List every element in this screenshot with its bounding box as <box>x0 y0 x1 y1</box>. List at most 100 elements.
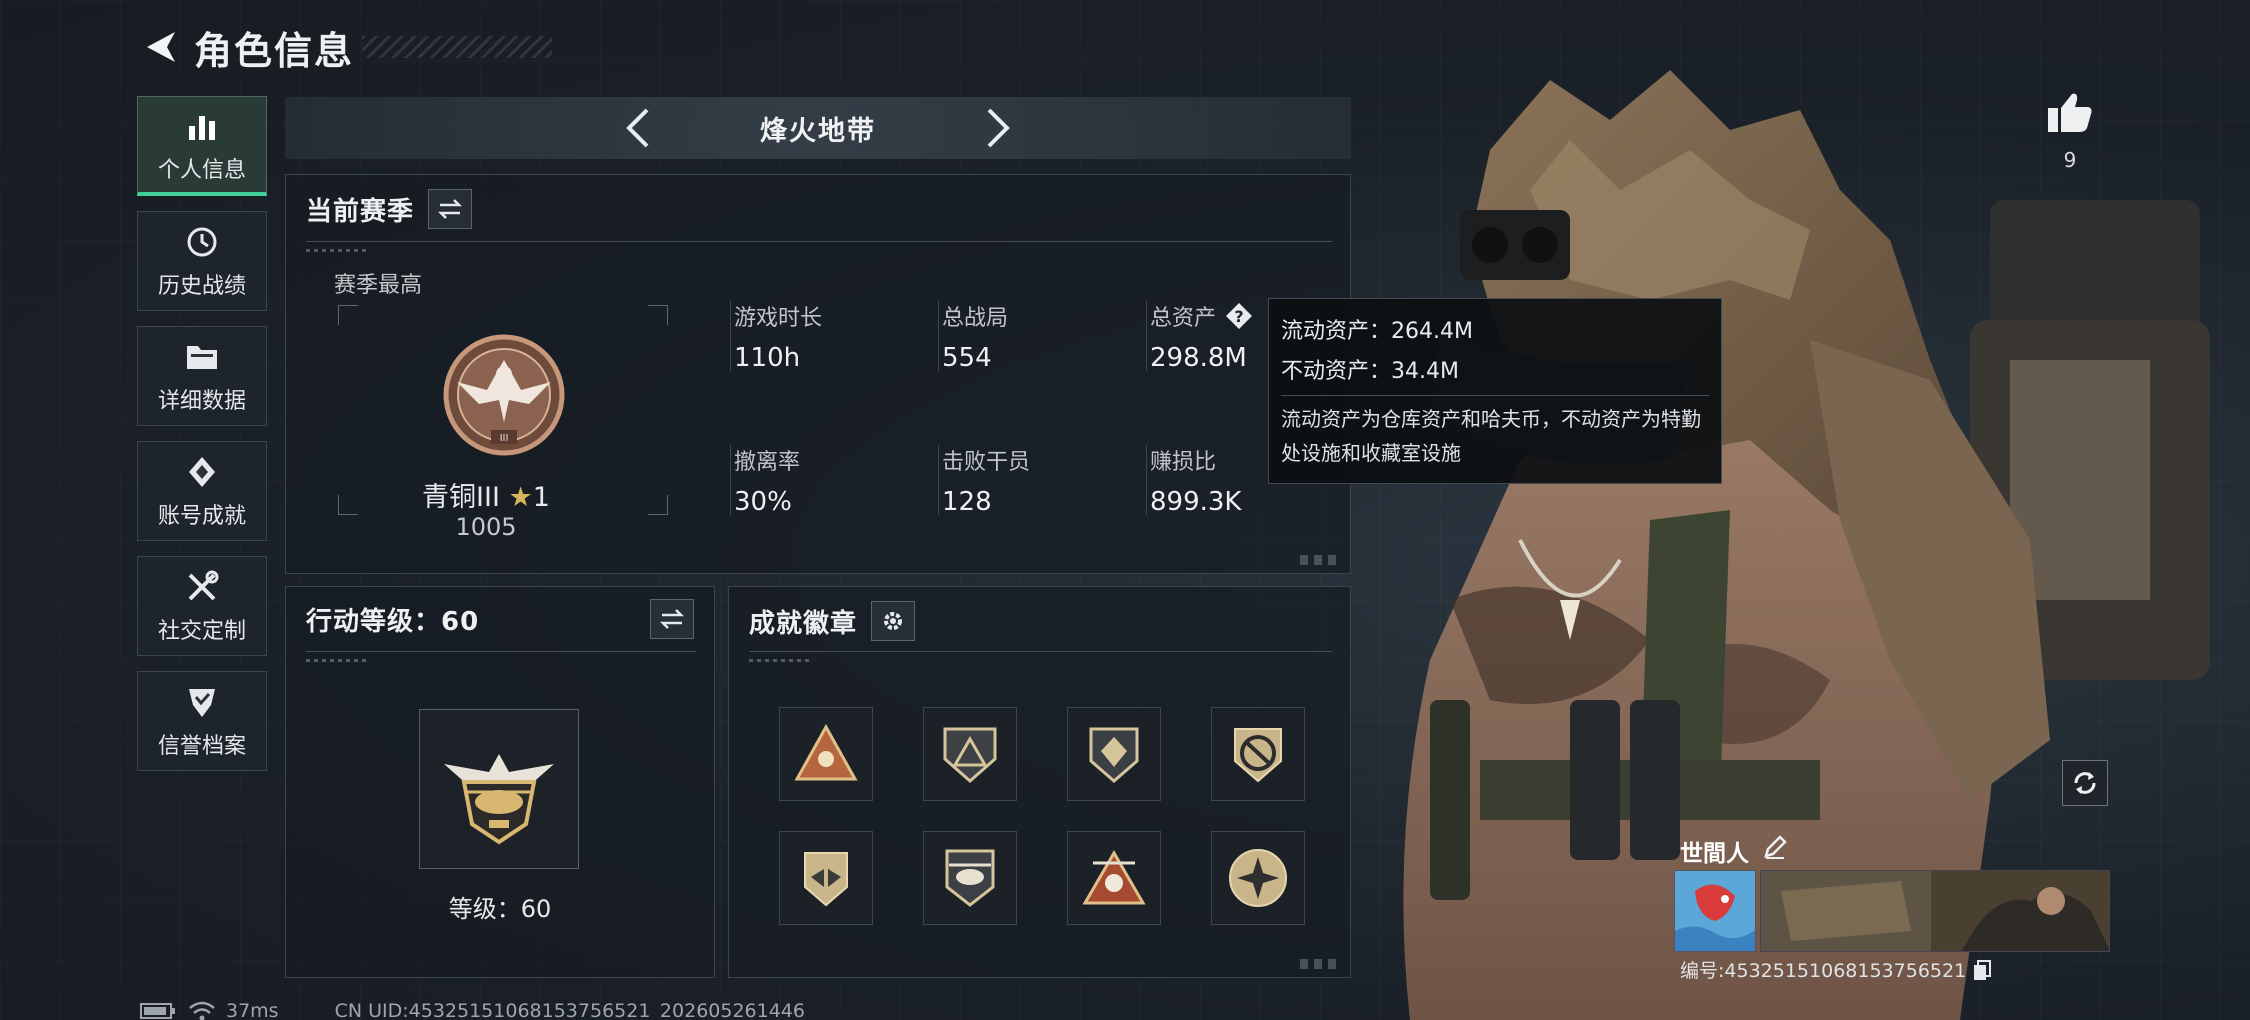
achievement-badge[interactable] <box>779 831 873 925</box>
asset-tooltip: 流动资产：264.4M 不动资产：34.4M 流动资产为仓库资产和哈夫币，不动资… <box>1268 298 1722 484</box>
bar-chart-icon <box>182 106 222 146</box>
player-id: 编号:45325151068153756521 <box>1680 960 1967 982</box>
rank-name-row: 青铜III ★1 <box>336 475 636 514</box>
edit-name-button[interactable] <box>1762 834 1792 864</box>
pencil-icon <box>1764 835 1787 859</box>
rotate-icon <box>2074 772 2096 794</box>
divider <box>306 241 1332 242</box>
sidebar-item-achievements[interactable]: 账号成就 <box>137 441 267 541</box>
battery-icon <box>140 1003 175 1019</box>
shield-triangle-icon <box>943 727 997 783</box>
like-button[interactable]: 9 <box>2043 90 2097 172</box>
divider <box>1281 395 1709 396</box>
winged-shield-icon <box>804 852 848 907</box>
rank-star-count: 1 <box>532 482 550 513</box>
helicopter-level-emblem-icon <box>444 754 554 845</box>
mode-prev-button[interactable] <box>615 105 661 151</box>
helicopter-badge-icon <box>945 849 995 907</box>
mode-selector: 烽火地带 <box>285 97 1351 159</box>
current-season-panel: 当前赛季 赛季最高 III 青铜III ★1 1005 游戏时长 110h 总战… <box>285 174 1351 574</box>
sidebar-item-label: 账号成就 <box>157 504 246 529</box>
sidebar-item-label: 详细数据 <box>157 389 246 414</box>
season-title: 当前赛季 <box>306 196 415 227</box>
sidebar-item-history[interactable]: 历史战绩 <box>137 211 267 311</box>
achievement-badge[interactable] <box>1211 831 1305 925</box>
svg-text:?: ? <box>1234 307 1243 326</box>
status-footer: 37ms CN UID:45325151068153756521_2026052… <box>140 996 805 1020</box>
liquid-assets-text: 流动资产：264.4M <box>1281 319 1473 344</box>
stat-play-time: 游戏时长 110h <box>734 306 823 373</box>
badges-settings-button[interactable] <box>871 601 916 641</box>
svg-text:III: III <box>500 433 509 444</box>
season-best-label: 赛季最高 <box>334 273 423 298</box>
decoration <box>306 249 366 252</box>
rank-name: 青铜III <box>422 482 500 513</box>
sidebar-item-social-custom[interactable]: 社交定制 <box>137 556 267 656</box>
sidebar-item-detailed-data[interactable]: 详细数据 <box>137 326 267 426</box>
title-decoration <box>362 36 553 58</box>
decoration <box>749 659 809 662</box>
player-name: 世間人 <box>1680 841 1749 867</box>
help-question-icon[interactable]: ? <box>1224 301 1254 331</box>
tools-icon <box>182 567 222 607</box>
badges-title: 成就徽章 <box>749 608 858 639</box>
shield-gem-icon <box>1089 727 1139 783</box>
star-circle-badge-icon <box>1229 849 1287 907</box>
sidebar-item-reputation[interactable]: 信誉档案 <box>137 671 267 771</box>
back-arrow-icon <box>147 32 175 62</box>
achievement-badge[interactable] <box>1211 707 1305 801</box>
achievement-diamond-icon <box>182 452 222 492</box>
avatar[interactable] <box>1674 870 1756 952</box>
rank-score: 1005 <box>455 513 517 541</box>
wifi-icon <box>189 1001 215 1020</box>
swap-icon <box>437 199 463 219</box>
season-switch-button[interactable] <box>428 189 473 229</box>
player-id-row: 编号:45325151068153756521 <box>1680 956 1992 983</box>
page-header: 角色信息 <box>140 22 553 73</box>
stat-total-matches: 总战局 554 <box>942 306 1009 373</box>
folder-icon <box>182 337 222 377</box>
fixed-assets-text: 不动资产：34.4M <box>1281 359 1459 384</box>
page-title: 角色信息 <box>194 28 355 73</box>
sidebar-item-personal-info[interactable]: 个人信息 <box>137 96 267 196</box>
gear-icon <box>884 612 903 630</box>
decoration <box>1300 555 1340 565</box>
mode-title: 烽火地带 <box>760 115 876 147</box>
mode-next-button[interactable] <box>975 105 1021 151</box>
assets-description: 流动资产为仓库资产和哈夫币，不动资产为特勤处设施和收藏室设施 <box>1281 407 1701 465</box>
achievement-badge[interactable] <box>1067 831 1161 925</box>
thumbs-up-icon <box>2048 93 2092 132</box>
chevron-right-icon <box>987 108 1010 148</box>
level-emblem[interactable] <box>419 709 579 869</box>
sidebar-item-label: 个人信息 <box>157 157 246 183</box>
latency-text: 37ms <box>226 1000 279 1020</box>
copy-icon[interactable] <box>1972 959 1992 981</box>
rotate-character-button[interactable] <box>2062 760 2108 806</box>
achievement-badge[interactable] <box>923 707 1017 801</box>
stat-operators-defeated: 击败干员 128 <box>942 450 1031 517</box>
triangle-emblem-icon <box>794 723 858 781</box>
action-level-title: 行动等级：60 <box>306 607 480 637</box>
sidebar-item-label: 历史战绩 <box>157 274 246 299</box>
achievement-badge[interactable] <box>779 707 873 801</box>
level-switch-button[interactable] <box>650 599 694 639</box>
profile-card: 世間人 <box>1672 828 2110 952</box>
decoration <box>1300 959 1340 969</box>
stat-extraction-rate: 撤离率 30% <box>734 450 801 517</box>
divider <box>306 651 696 652</box>
profile-banner-image <box>1760 870 2110 952</box>
level-label: 等级：60 <box>448 895 552 923</box>
chevron-left-icon <box>626 108 649 148</box>
sidebar-item-label: 社交定制 <box>157 619 246 644</box>
skull-triangle-icon <box>1082 850 1146 905</box>
like-count: 9 <box>2063 148 2077 172</box>
back-button[interactable] <box>140 27 180 67</box>
sidebar-item-label: 信誉档案 <box>157 734 246 759</box>
achievement-badges-panel: 成就徽章 <box>728 586 1351 978</box>
decoration <box>306 659 366 662</box>
uid-text: CN UID:45325151068153756521_202605261446 <box>334 1000 805 1020</box>
achievement-badge[interactable] <box>1067 707 1161 801</box>
bronze-rank-emblem-icon: III <box>443 334 565 456</box>
shield-check-icon <box>182 682 222 722</box>
achievement-badge[interactable] <box>923 831 1017 925</box>
